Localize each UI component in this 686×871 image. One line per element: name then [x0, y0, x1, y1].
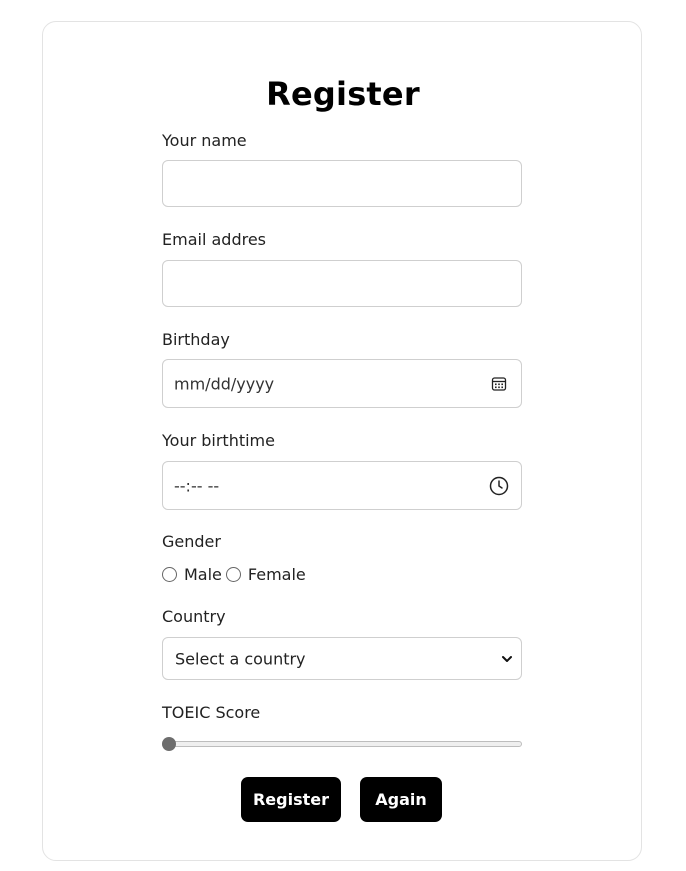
slider-thumb[interactable] — [162, 737, 176, 751]
name-input[interactable] — [163, 161, 521, 206]
name-field[interactable] — [162, 160, 522, 207]
country-label: Country — [162, 607, 226, 626]
toeic-label: TOEIC Score — [162, 703, 261, 722]
name-label: Your name — [162, 131, 247, 150]
email-field[interactable] — [162, 260, 522, 307]
gender-male-label[interactable]: Male — [184, 565, 222, 584]
birthtime-field[interactable]: --:-- -- — [162, 461, 522, 510]
clock-icon[interactable] — [489, 476, 509, 496]
email-input[interactable] — [163, 261, 521, 306]
country-selected-value: Select a country — [175, 649, 306, 668]
calendar-icon[interactable] — [489, 374, 509, 394]
gender-male-radio[interactable] — [162, 567, 177, 582]
gender-female-radio[interactable] — [225, 567, 241, 582]
register-card — [42, 21, 642, 861]
birthtime-label: Your birthtime — [162, 431, 275, 450]
again-button[interactable]: Again — [360, 777, 442, 822]
birthday-placeholder: mm/dd/yyyy — [174, 374, 275, 393]
register-button[interactable]: Register — [241, 777, 341, 822]
gender-label: Gender — [162, 532, 221, 551]
gender-options: Male Female — [162, 565, 310, 584]
email-label: Email addres — [162, 230, 266, 249]
chevron-down-icon — [502, 655, 512, 662]
gender-female-label[interactable]: Female — [248, 565, 306, 584]
toeic-slider[interactable] — [162, 736, 522, 752]
birthday-label: Birthday — [162, 330, 230, 349]
birthtime-placeholder: --:-- -- — [174, 476, 220, 495]
slider-track[interactable] — [162, 741, 522, 747]
page-title: Register — [266, 75, 420, 113]
country-select[interactable]: Select a country — [162, 637, 522, 680]
birthday-field[interactable]: mm/dd/yyyy — [162, 359, 522, 408]
